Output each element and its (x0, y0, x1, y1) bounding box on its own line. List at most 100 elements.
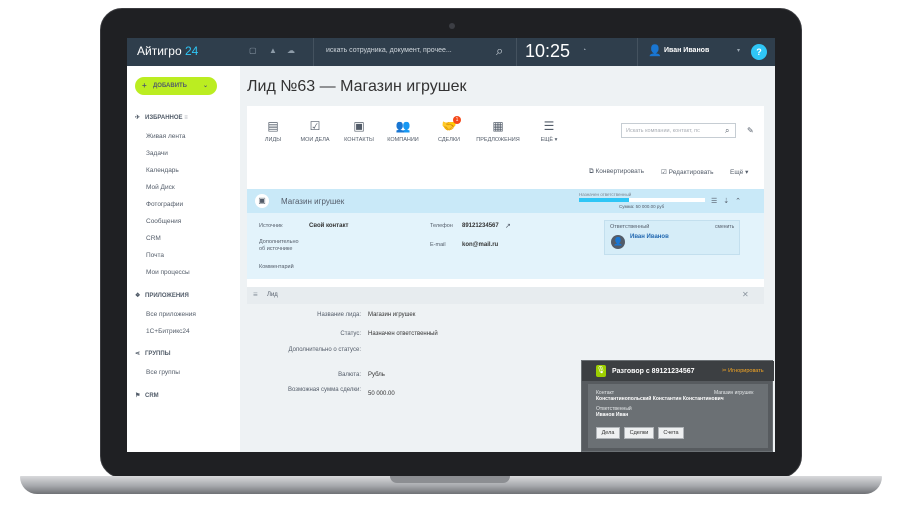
crm-button-quotes[interactable]: ▦ ПРЕДЛОЖЕНИЯ (476, 119, 520, 143)
crm-button-leads[interactable]: ▤ ЛИДЫ (251, 119, 295, 143)
sidebar-section-apps[interactable]: ❖ ПРИЛОЖЕНИЯ (135, 292, 189, 299)
search-icon[interactable]: ⌕ (725, 126, 729, 136)
avatar[interactable]: 👤 (611, 235, 625, 249)
phone-value[interactable]: 89121234567 (462, 223, 499, 229)
field-value: Назначен ответственный (368, 331, 438, 337)
close-icon[interactable]: ✕ (742, 290, 749, 299)
sidebar-item-all-groups[interactable]: Все группы (146, 369, 180, 376)
crm-button-label: СДЕЛКИ (437, 137, 460, 143)
collapse-icon[interactable]: ⌃ (735, 198, 747, 205)
document-icon: ▤ (267, 119, 279, 133)
chevron-down-icon: ▾ (737, 48, 741, 54)
crm-button-contacts[interactable]: ▣ КОНТАКТЫ (337, 119, 381, 143)
notification-badge: 1 (453, 116, 461, 124)
sidebar-item-messages[interactable]: Сообщения (146, 218, 181, 225)
call-invoices-button[interactable]: Счета (658, 427, 684, 439)
pin-icon[interactable]: ⇣ (723, 198, 735, 205)
sidebar-item-calendar[interactable]: Календарь (146, 167, 179, 174)
section-label: ПРИЛОЖЕНИЯ (145, 293, 189, 299)
user-icon: 👤 (648, 45, 662, 57)
sidebar-item-photos[interactable]: Фотографии (146, 201, 183, 208)
phone-label: Телефон (430, 223, 453, 229)
sidebar-section-crm[interactable]: ⚑ CRM (135, 392, 159, 399)
crm-button-label: ПРЕДЛОЖЕНИЯ (476, 137, 520, 143)
source-more-label: Дополнительно (259, 239, 299, 245)
convert-button[interactable]: ⧉ Конвертировать (589, 168, 644, 176)
timer-icon[interactable]: ◔ (582, 47, 586, 54)
lead-stage-progress[interactable] (579, 198, 705, 202)
call-tasks-button[interactable]: Дела (596, 427, 620, 439)
responsible-name[interactable]: Иванов Иван (596, 412, 628, 418)
crm-search-input[interactable]: Искать компании, контакт, пс ⌕ (621, 123, 736, 138)
sidebar-item-live-feed[interactable]: Живая лента (146, 133, 185, 140)
help-button[interactable]: ? (751, 44, 767, 60)
edit-button[interactable]: ☑ Редактировать (661, 168, 714, 176)
crm-button-label: МОИ ДЕЛА (300, 137, 330, 143)
comment-label: Комментарий (259, 264, 294, 270)
crm-button-more[interactable]: ☰ ЕЩЁ ▾ (527, 119, 571, 143)
bell-icon[interactable]: ▲ (269, 46, 277, 55)
contact-card-icon: ▣ (353, 119, 365, 133)
global-search[interactable]: искать сотрудника, документ, прочее... ⌕ (313, 38, 517, 66)
call-deals-button[interactable]: Сделки (624, 427, 654, 439)
drag-handle-icon[interactable]: ≡ (253, 290, 258, 299)
section-label: CRM (145, 393, 159, 399)
pin-icon: ✈ (135, 115, 141, 121)
webcam-icon (449, 23, 455, 29)
plus-icon: + (142, 81, 147, 90)
laptop-notch (390, 476, 510, 483)
user-menu[interactable]: 👤 Иван Иванов ▾ (637, 38, 747, 66)
field-value: 50 000.00 (368, 391, 395, 397)
field-label: Возможная сумма сделки: (288, 387, 361, 393)
sidebar-item-crm[interactable]: CRM (146, 235, 161, 242)
responsible-box: Ответственный сменить 👤 Иван Иванов (604, 220, 740, 255)
laptop-base (20, 476, 882, 494)
microphone-icon: 🎙 (596, 365, 606, 377)
sidebar-item-mail[interactable]: Почта (146, 252, 164, 259)
cloud-icon[interactable]: ☁ (287, 46, 295, 55)
search-placeholder: искать сотрудника, документ, прочее... (326, 47, 452, 54)
more-actions-button[interactable]: Ещё ▾ (730, 168, 748, 176)
sidebar-section-favorites[interactable]: ✈ ИЗБРАННОЕ ≡ (135, 114, 188, 121)
sidebar-section-groups[interactable]: ⋖ ГРУППЫ (135, 350, 171, 357)
page-title: Лид №63 — Магазин игрушек (247, 78, 467, 95)
source-more-label: об источнике (259, 246, 293, 252)
sidebar-item-1c-bitrix[interactable]: 1С+Битрикс24 (146, 328, 190, 335)
call-title: Разговор с 89121234567 (612, 368, 695, 375)
field-label: Статус: (340, 331, 361, 337)
contact-name[interactable]: Константинопольский Константин Константи… (596, 396, 724, 402)
responsible-name[interactable]: Иван Иванов (630, 234, 669, 240)
list-settings-icon[interactable]: ☰ (711, 198, 723, 205)
change-link[interactable]: сменить (715, 224, 734, 230)
sidebar-item-all-apps[interactable]: Все приложения (146, 311, 196, 318)
call-icon[interactable]: ↗ (505, 222, 511, 230)
clock[interactable]: 10:25 (525, 41, 570, 62)
field-value: Рубль (368, 372, 385, 378)
lead-header-tools[interactable]: ☰⇣⌃ (711, 197, 747, 205)
user-name: Иван Иванов (664, 47, 710, 54)
search-icon[interactable]: ⌕ (496, 43, 503, 59)
ignore-button[interactable]: ✂ Игнорировать (722, 368, 764, 374)
edit-icon: ☑ (661, 169, 667, 176)
email-value[interactable]: kon@mail.ru (462, 242, 498, 248)
app-screen: Айтигро 24 ▢ ▲ ☁ искать сотрудника, доку… (127, 38, 775, 452)
sidebar-item-processes[interactable]: Мои процессы (146, 269, 190, 276)
chat-icon[interactable]: ▢ (249, 46, 257, 55)
field-label: Дополнительно о статусе: (288, 347, 362, 353)
settings-icon[interactable]: ≡ (184, 115, 188, 121)
logo[interactable]: Айтигро 24 (137, 44, 198, 58)
add-button[interactable]: + ДОБАВИТЬ ⌄ (135, 77, 217, 95)
ignore-icon: ✂ (722, 368, 727, 374)
convert-label: Конвертировать (595, 168, 644, 175)
crm-button-my-tasks[interactable]: ☑ МОИ ДЕЛА (293, 119, 337, 143)
chevron-down-icon: ⌄ (203, 83, 209, 89)
sidebar-item-tasks[interactable]: Задачи (146, 150, 168, 157)
convert-icon: ⧉ (589, 168, 594, 175)
sidebar-item-drive[interactable]: Мой Диск (146, 184, 175, 191)
pin-icon[interactable]: ✎ (747, 126, 754, 135)
list-icon: ☰ (543, 119, 555, 133)
crm-button-deals[interactable]: 🤝 СДЕЛКИ 1 (427, 116, 471, 143)
lead-card-icon: ▣ (255, 194, 269, 208)
crm-button-label: ЕЩЁ ▾ (540, 137, 558, 143)
crm-button-companies[interactable]: 👥 КОМПАНИИ (381, 119, 425, 143)
